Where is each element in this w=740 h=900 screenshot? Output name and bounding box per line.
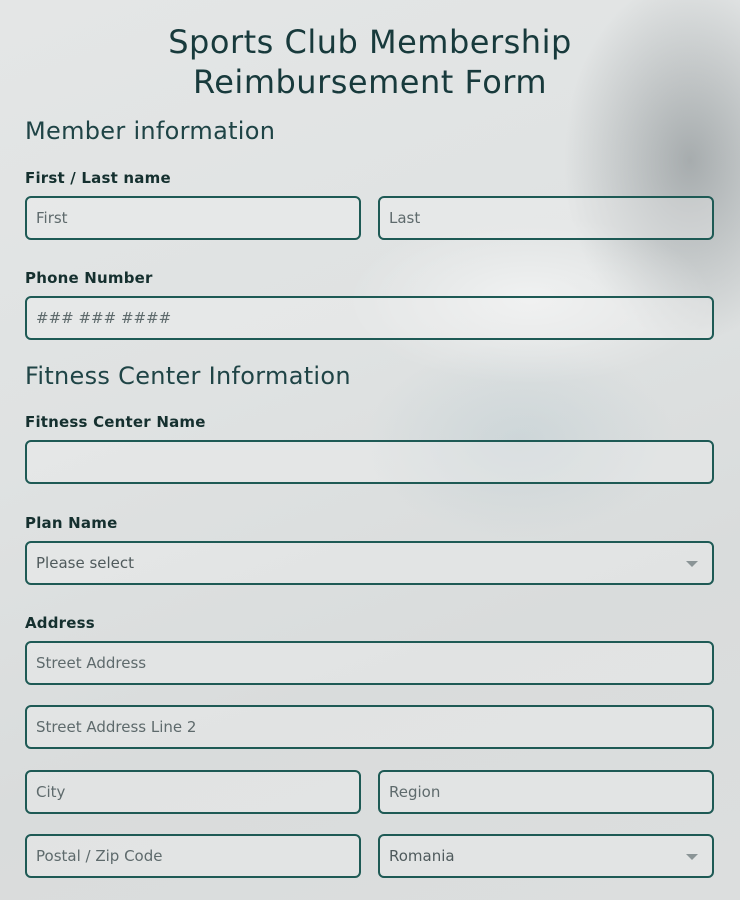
country-selected-value: Romania	[389, 847, 455, 865]
reimbursement-form: Sports Club Membership Reimbursement For…	[0, 0, 740, 900]
phone-number-input[interactable]	[25, 296, 714, 340]
country-select[interactable]: Romania	[378, 834, 714, 878]
first-name-input[interactable]	[25, 196, 361, 240]
caret-down-icon	[686, 854, 698, 860]
name-label: First / Last name	[25, 169, 171, 187]
last-name-input[interactable]	[378, 196, 714, 240]
caret-down-icon	[686, 561, 698, 567]
member-information-heading: Member information	[25, 117, 276, 145]
form-title-line-2: Reimbursement Form	[192, 63, 548, 101]
plan-name-label: Plan Name	[25, 514, 118, 532]
region-input[interactable]	[378, 770, 714, 814]
postal-code-input[interactable]	[25, 834, 361, 878]
fitness-center-name-label: Fitness Center Name	[25, 413, 206, 431]
phone-label: Phone Number	[25, 269, 153, 287]
fitness-center-heading: Fitness Center Information	[25, 362, 351, 390]
fitness-center-name-input[interactable]	[25, 440, 714, 484]
plan-name-select[interactable]: Please select	[25, 541, 714, 585]
address-label: Address	[25, 614, 95, 632]
form-title-line-1: Sports Club Membership	[168, 23, 572, 61]
city-input[interactable]	[25, 770, 361, 814]
plan-name-selected-value: Please select	[36, 554, 135, 572]
form-title: Sports Club Membership Reimbursement For…	[0, 22, 740, 102]
street-address-line-2-input[interactable]	[25, 705, 714, 749]
street-address-input[interactable]	[25, 641, 714, 685]
